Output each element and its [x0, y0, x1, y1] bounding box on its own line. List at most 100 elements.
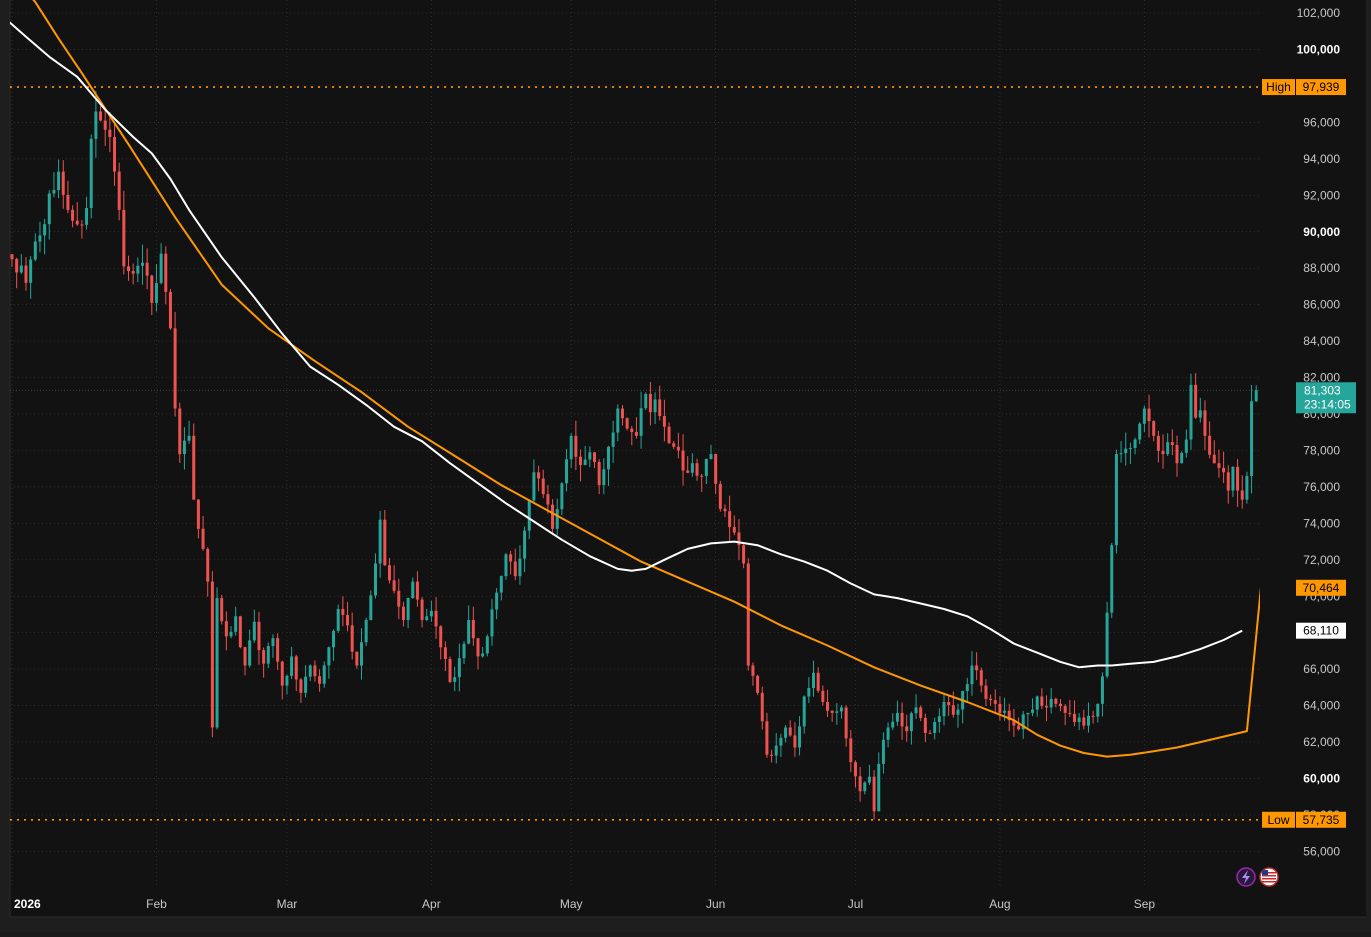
candle-body [71, 209, 75, 221]
time-tick-label: Aug [989, 897, 1010, 911]
low-tag: Low 57,735 [1262, 811, 1346, 828]
candle-body [485, 636, 489, 654]
chart-frame[interactable]: 56,00058,00060,00062,00064,00066,00068,0… [0, 0, 1371, 932]
candle-body [1096, 703, 1100, 717]
candle-body [182, 440, 186, 455]
candle-body [919, 707, 923, 718]
candle-body [164, 253, 168, 292]
candle-body [630, 428, 634, 433]
candle-body [942, 701, 946, 717]
bolt-icon[interactable] [1236, 867, 1256, 887]
candle-body [19, 265, 23, 273]
ma-fast-tag-text: 68,110 [1303, 624, 1339, 638]
candle-body [700, 475, 704, 477]
candle-body [798, 726, 802, 748]
candle-body [732, 526, 736, 533]
flag-stripe [1262, 881, 1276, 883]
candle-body [33, 241, 37, 260]
candle [1110, 542, 1114, 619]
flag-stripe [1262, 875, 1276, 877]
candle-body [513, 561, 517, 577]
candle-body [1086, 715, 1090, 726]
candle [220, 594, 224, 625]
candle-body [1198, 410, 1202, 418]
candle-body [537, 472, 541, 479]
candle-body [476, 638, 480, 657]
candle [1245, 471, 1249, 504]
candle-body [1231, 466, 1235, 491]
candle-body [471, 619, 475, 639]
price-tick-label: 76,000 [1303, 480, 1340, 494]
candle-body [327, 647, 331, 666]
candle-body [192, 435, 196, 500]
candle-body [947, 701, 951, 706]
candle-body [322, 665, 326, 684]
candle [625, 417, 629, 431]
candle-body [975, 665, 979, 671]
candle [1114, 449, 1118, 554]
price-tick-label: 84,000 [1303, 334, 1340, 348]
candle-body [383, 519, 387, 566]
candle-body [606, 446, 610, 470]
candle-body [1119, 453, 1123, 455]
candle-body [1189, 384, 1193, 440]
candle-body [881, 739, 885, 764]
last-price-value: 81,303 [1304, 383, 1341, 397]
candle-body [89, 138, 93, 209]
candle-body [616, 408, 620, 433]
candle-body [420, 599, 424, 620]
candle [485, 634, 489, 657]
candle-body [928, 732, 932, 734]
candle-body [611, 432, 615, 447]
candle-body [812, 672, 816, 689]
price-tick-label: 60,000 [1303, 772, 1340, 786]
candle-body [1063, 706, 1067, 713]
candle-body [923, 717, 927, 733]
candle-body [85, 208, 89, 225]
candle-body [285, 675, 289, 686]
candle-body [527, 500, 531, 531]
price-tick-label: 72,000 [1303, 553, 1340, 567]
candle-body [1161, 450, 1165, 455]
candle-body [467, 619, 471, 644]
candle-body [350, 625, 354, 652]
candle-body [648, 393, 652, 413]
candle-body [271, 638, 275, 647]
price-chart[interactable]: 56,00058,00060,00062,00064,00066,00068,0… [0, 0, 1371, 932]
candle-body [1128, 448, 1132, 450]
candle-body [625, 418, 629, 429]
candle [1180, 451, 1184, 464]
candle-body [835, 711, 839, 713]
candle-body [108, 129, 112, 137]
candle-body [756, 675, 760, 693]
candle-body [234, 616, 238, 632]
candle-body [909, 713, 913, 732]
candle [210, 571, 214, 738]
candle [756, 674, 760, 696]
candle-body [313, 665, 317, 677]
candle-body [1110, 545, 1114, 613]
candle-body [210, 581, 214, 728]
candle-body [723, 508, 727, 512]
candle-body [593, 452, 596, 463]
candle-body [1250, 401, 1254, 476]
candle-body [555, 509, 559, 529]
candle-body [784, 727, 788, 738]
candle-body [1082, 717, 1086, 726]
candle-body [518, 558, 522, 577]
candle-body [933, 722, 937, 733]
us-flag-icon[interactable] [1259, 867, 1279, 887]
candle-body [565, 459, 569, 484]
candle-body [993, 700, 997, 704]
candle-body [676, 446, 680, 451]
candle-body [47, 193, 51, 225]
candle-body [1035, 696, 1039, 710]
candle-body [821, 690, 825, 702]
candle [89, 134, 93, 219]
candle-body [117, 171, 121, 210]
price-tick-label: 56,000 [1303, 844, 1340, 858]
candle-body [457, 658, 461, 678]
candle-body [979, 670, 983, 686]
candle-body [760, 692, 764, 722]
candle-body [238, 616, 242, 648]
